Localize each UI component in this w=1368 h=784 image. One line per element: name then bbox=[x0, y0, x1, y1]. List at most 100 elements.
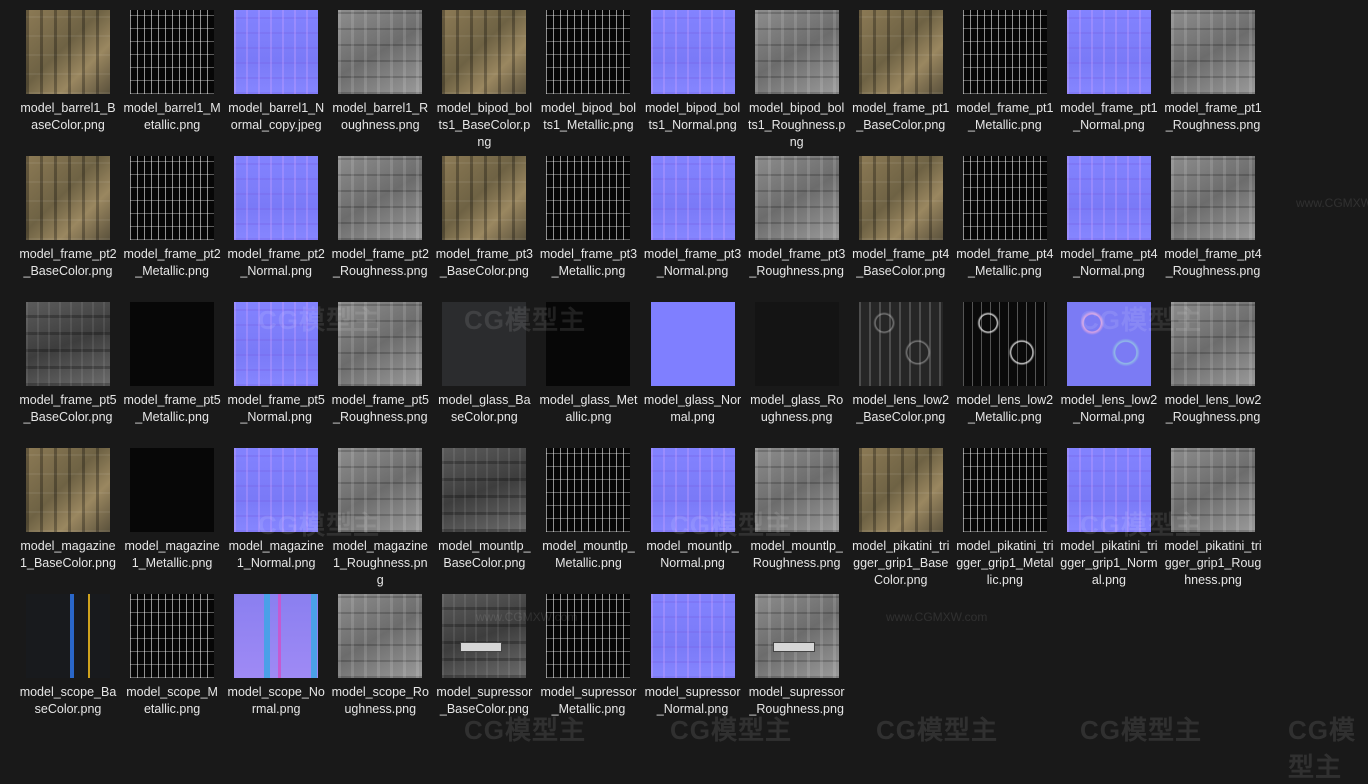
file-item[interactable]: model_mountlp_Normal.png bbox=[641, 447, 745, 593]
file-thumbnail[interactable] bbox=[1066, 10, 1151, 94]
file-item[interactable]: model_barrel1_BaseColor.png bbox=[16, 9, 120, 155]
file-thumbnail[interactable] bbox=[338, 156, 423, 240]
file-item[interactable]: model_supressor_Roughness.png bbox=[745, 593, 849, 739]
file-item[interactable]: model_lens_low2_Roughness.png bbox=[1161, 301, 1265, 447]
file-thumbnail[interactable] bbox=[1171, 302, 1256, 386]
file-item[interactable]: model_frame_pt2_Roughness.png bbox=[328, 155, 432, 301]
file-item[interactable]: model_mountlp_Metallic.png bbox=[536, 447, 640, 593]
file-thumbnail[interactable] bbox=[338, 594, 423, 678]
file-thumbnail[interactable] bbox=[754, 156, 839, 240]
file-thumbnail[interactable] bbox=[130, 10, 215, 94]
file-item[interactable]: model_mountlp_Roughness.png bbox=[745, 447, 849, 593]
file-thumbnail[interactable] bbox=[234, 10, 319, 94]
file-item[interactable]: model_bipod_bolts1_Metallic.png bbox=[536, 9, 640, 155]
file-thumbnail[interactable] bbox=[962, 156, 1047, 240]
file-item[interactable]: model_frame_pt5_Metallic.png bbox=[120, 301, 224, 447]
file-item[interactable]: model_lens_low2_Normal.png bbox=[1057, 301, 1161, 447]
file-item[interactable]: model_frame_pt1_BaseColor.png bbox=[849, 9, 953, 155]
file-item[interactable]: model_magazine1_Normal.png bbox=[224, 447, 328, 593]
file-item[interactable]: model_supressor_Metallic.png bbox=[536, 593, 640, 739]
file-thumbnail[interactable] bbox=[1171, 156, 1256, 240]
file-item[interactable]: model_frame_pt1_Roughness.png bbox=[1161, 9, 1265, 155]
file-thumbnail[interactable] bbox=[962, 302, 1047, 386]
file-thumbnail[interactable] bbox=[130, 448, 215, 532]
file-thumbnail[interactable] bbox=[858, 448, 943, 532]
file-thumbnail[interactable] bbox=[754, 10, 839, 94]
file-thumbnail[interactable] bbox=[338, 10, 423, 94]
file-item[interactable]: model_barrel1_Normal_copy.jpeg bbox=[224, 9, 328, 155]
file-item[interactable]: model_glass_Roughness.png bbox=[745, 301, 849, 447]
file-item[interactable]: model_frame_pt5_Normal.png bbox=[224, 301, 328, 447]
file-thumbnail[interactable] bbox=[858, 302, 943, 386]
file-thumbnail[interactable] bbox=[1171, 10, 1256, 94]
file-item[interactable]: model_scope_Normal.png bbox=[224, 593, 328, 739]
file-thumbnail[interactable] bbox=[338, 302, 423, 386]
file-item[interactable]: model_barrel1_Metallic.png bbox=[120, 9, 224, 155]
file-thumbnail[interactable] bbox=[546, 10, 631, 94]
file-item[interactable]: model_frame_pt2_BaseColor.png bbox=[16, 155, 120, 301]
file-thumbnail[interactable] bbox=[962, 448, 1047, 532]
file-item[interactable]: model_frame_pt3_BaseColor.png bbox=[432, 155, 536, 301]
file-thumbnail[interactable] bbox=[26, 594, 110, 678]
file-thumbnail[interactable] bbox=[130, 594, 215, 678]
file-thumbnail[interactable] bbox=[26, 302, 110, 386]
file-item[interactable]: model_bipod_bolts1_BaseColor.png bbox=[432, 9, 536, 155]
file-item[interactable]: model_glass_BaseColor.png bbox=[432, 301, 536, 447]
file-thumbnail[interactable] bbox=[546, 156, 631, 240]
file-thumbnail[interactable] bbox=[1171, 448, 1256, 532]
file-thumbnail[interactable] bbox=[754, 302, 839, 386]
file-thumbnail[interactable] bbox=[442, 10, 527, 94]
file-item[interactable]: model_frame_pt2_Metallic.png bbox=[120, 155, 224, 301]
file-item[interactable]: model_frame_pt5_BaseColor.png bbox=[16, 301, 120, 447]
file-item[interactable]: model_frame_pt4_Metallic.png bbox=[953, 155, 1057, 301]
file-item[interactable]: model_magazine1_Roughness.png bbox=[328, 447, 432, 593]
file-thumbnail[interactable] bbox=[546, 448, 631, 532]
file-thumbnail[interactable] bbox=[754, 594, 839, 678]
file-item[interactable]: model_scope_Metallic.png bbox=[120, 593, 224, 739]
file-item[interactable]: model_lens_low2_BaseColor.png bbox=[849, 301, 953, 447]
file-item[interactable]: model_scope_Roughness.png bbox=[328, 593, 432, 739]
file-item[interactable]: model_glass_Normal.png bbox=[641, 301, 745, 447]
file-thumbnail[interactable] bbox=[234, 156, 319, 240]
file-thumbnail[interactable] bbox=[858, 10, 943, 94]
file-item[interactable]: model_pikatini_trigger_grip1_Roughness.p… bbox=[1161, 447, 1265, 593]
file-item[interactable]: model_bipod_bolts1_Roughness.png bbox=[745, 9, 849, 155]
file-item[interactable]: model_frame_pt3_Normal.png bbox=[641, 155, 745, 301]
file-thumbnail[interactable] bbox=[26, 448, 110, 532]
file-thumbnail[interactable] bbox=[546, 302, 631, 386]
file-thumbnail[interactable] bbox=[26, 156, 110, 240]
file-item[interactable]: model_frame_pt1_Metallic.png bbox=[953, 9, 1057, 155]
file-item[interactable]: model_magazine1_Metallic.png bbox=[120, 447, 224, 593]
file-item[interactable]: model_frame_pt4_BaseColor.png bbox=[849, 155, 953, 301]
file-item[interactable]: model_frame_pt4_Roughness.png bbox=[1161, 155, 1265, 301]
file-thumbnail[interactable] bbox=[650, 302, 735, 386]
file-thumbnail[interactable] bbox=[130, 302, 215, 386]
file-thumbnail[interactable] bbox=[1066, 302, 1151, 386]
file-item[interactable]: model_frame_pt2_Normal.png bbox=[224, 155, 328, 301]
file-item[interactable]: model_mountlp_BaseColor.png bbox=[432, 447, 536, 593]
file-thumbnail[interactable] bbox=[234, 302, 319, 386]
file-thumbnail[interactable] bbox=[650, 448, 735, 532]
file-thumbnail[interactable] bbox=[650, 594, 735, 678]
file-thumbnail[interactable] bbox=[442, 156, 527, 240]
file-thumbnail[interactable] bbox=[1066, 448, 1151, 532]
file-thumbnail[interactable] bbox=[234, 594, 319, 678]
file-thumbnail[interactable] bbox=[962, 10, 1047, 94]
file-item[interactable]: model_frame_pt5_Roughness.png bbox=[328, 301, 432, 447]
file-item[interactable]: model_frame_pt3_Roughness.png bbox=[745, 155, 849, 301]
file-item[interactable]: model_magazine1_BaseColor.png bbox=[16, 447, 120, 593]
file-thumbnail[interactable] bbox=[442, 302, 527, 386]
file-thumbnail[interactable] bbox=[130, 156, 215, 240]
file-item[interactable]: model_frame_pt1_Normal.png bbox=[1057, 9, 1161, 155]
file-item[interactable]: model_pikatini_trigger_grip1_Normal.png bbox=[1057, 447, 1161, 593]
file-item[interactable]: model_frame_pt3_Metallic.png bbox=[536, 155, 640, 301]
file-item[interactable]: model_frame_pt4_Normal.png bbox=[1057, 155, 1161, 301]
file-item[interactable]: model_glass_Metallic.png bbox=[536, 301, 640, 447]
file-thumbnail[interactable] bbox=[26, 10, 110, 94]
file-item[interactable]: model_supressor_Normal.png bbox=[641, 593, 745, 739]
file-item[interactable]: model_lens_low2_Metallic.png bbox=[953, 301, 1057, 447]
file-item[interactable]: model_pikatini_trigger_grip1_BaseColor.p… bbox=[849, 447, 953, 593]
file-thumbnail[interactable] bbox=[1066, 156, 1151, 240]
file-thumbnail[interactable] bbox=[234, 448, 319, 532]
file-item[interactable]: model_pikatini_trigger_grip1_Metallic.pn… bbox=[953, 447, 1057, 593]
